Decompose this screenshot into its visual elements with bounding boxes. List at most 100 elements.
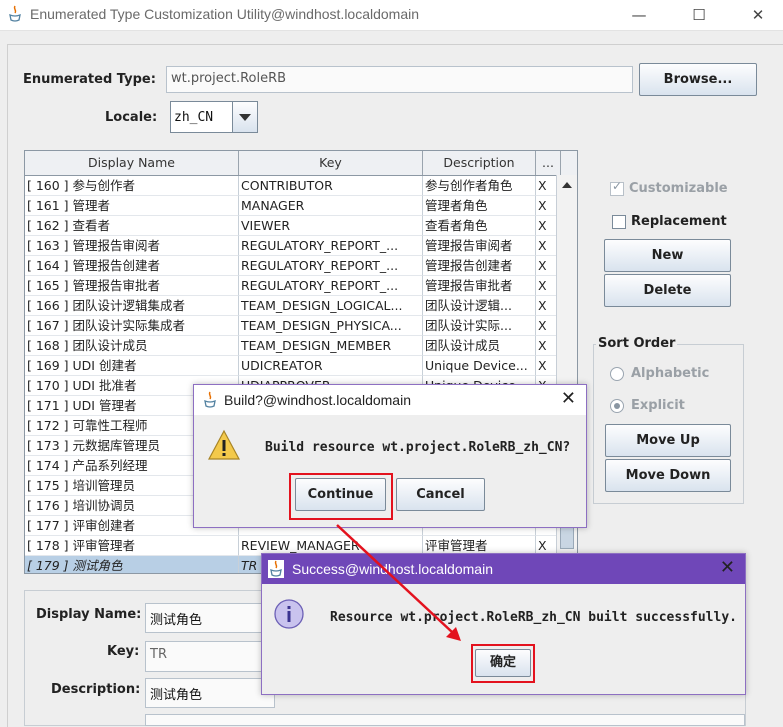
ok-highlight-box [471,644,535,683]
alphabetic-radio[interactable] [610,367,624,381]
table-row[interactable]: [ 167 ] 团队设计实际集成者 TEAM_DESIGN_PHYSICA... 团… [25,316,561,336]
cell-description: 查看者角色 [423,216,536,236]
cell-description: Unique Device... [423,356,536,376]
table-row[interactable]: [ 163 ] 管理报告审阅者 REGULATORY_REPORT_... 管理报告… [25,236,561,256]
cell-display-name: [ 161 ] 管理者 [25,196,239,216]
enum-type-field[interactable]: wt.project.RoleRB [166,66,633,93]
cell-description: 团队设计逻辑... [423,296,536,316]
build-dialog-close-button[interactable]: ✕ [561,388,576,409]
cell-display-name: [ 163 ] 管理报告审阅者 [25,236,239,256]
key-label: Key: [107,644,140,659]
column-header-key[interactable]: Key [239,151,423,175]
enum-type-label: Enumerated Type: [23,72,156,87]
cell-display-name: [ 166 ] 团队设计逻辑集成者 [25,296,239,316]
browse-button[interactable]: Browse... [639,63,757,96]
column-header-more[interactable]: ... [536,151,561,175]
build-dialog-title: Build?@windhost.localdomain [224,392,411,408]
cell-key: TEAM_DESIGN_LOGICAL... [239,296,423,316]
move-up-button[interactable]: Move Up [605,424,731,457]
table-row[interactable]: [ 162 ] 查看者 VIEWER 查看者角色 X [25,216,561,236]
success-dialog-title: Success@windhost.localdomain [292,561,493,577]
continue-highlight-box [289,473,393,520]
cell-display-name: [ 167 ] 团队设计实际集成者 [25,316,239,336]
cell-key: CONTRIBUTOR [239,176,423,196]
java-app-icon [9,5,21,22]
cell-description: 管理报告创建者 [423,256,536,276]
window-title: Enumerated Type Customization Utility@wi… [30,6,420,22]
extra-field[interactable] [145,714,745,726]
build-dialog-message: Build resource wt.project.RoleRB_zh_CN? [265,440,571,455]
explicit-label: Explicit [631,398,685,413]
table-row[interactable]: [ 160 ] 参与创作者 CONTRIBUTOR 参与创作者角色 X [25,176,561,196]
success-dialog-close-button[interactable]: ✕ [720,557,735,578]
cell-description: 管理者角色 [423,196,536,216]
minimize-button[interactable]: — [624,4,654,26]
sort-order-label: Sort Order [596,336,678,351]
description-label: Description: [51,682,141,697]
build-dialog-titlebar: Build?@windhost.localdomain ✕ [194,385,586,415]
cell-display-name: [ 169 ] UDI 创建者 [25,356,239,376]
cell-display-name: [ 164 ] 管理报告创建者 [25,256,239,276]
chevron-down-icon [239,114,251,121]
table-row[interactable]: [ 164 ] 管理报告创建者 REGULATORY_REPORT_... 管理报告… [25,256,561,276]
move-down-button[interactable]: Move Down [605,459,731,492]
alphabetic-label: Alphabetic [631,366,710,381]
cell-display-name: [ 162 ] 查看者 [25,216,239,236]
cell-key: TEAM_DESIGN_PHYSICA... [239,316,423,336]
explicit-radio[interactable] [610,399,624,413]
cell-display-name: [ 160 ] 参与创作者 [25,176,239,196]
cell-display-name: [ 168 ] 团队设计成员 [25,336,239,356]
cell-description: 团队设计成员 [423,336,536,356]
cell-display-name: [ 179 ] 测试角色 [25,556,239,573]
success-dialog-titlebar: Success@windhost.localdomain ✕ [262,554,745,584]
window-close-button[interactable]: ✕ [743,4,773,26]
cell-key: TEAM_DESIGN_MEMBER [239,336,423,356]
table-row[interactable]: [ 168 ] 团队设计成员 TEAM_DESIGN_MEMBER 团队设计成员 X [25,336,561,356]
scroll-up-button[interactable] [559,177,575,193]
build-dialog: Build?@windhost.localdomain ✕ Build reso… [193,384,587,528]
success-dialog-message: Resource wt.project.RoleRB_zh_CN built s… [330,610,737,625]
description-field[interactable]: 测试角色 [145,678,275,708]
checkmark-icon: ✓ [612,179,623,193]
table-header: Display Name Key Description ... [25,151,577,176]
table-row[interactable]: [ 161 ] 管理者 MANAGER 管理者角色 X [25,196,561,216]
success-dialog: Success@windhost.localdomain ✕ Resource … [261,553,746,695]
maximize-button[interactable]: ☐ [684,4,714,26]
java-app-icon [204,391,216,408]
cell-description: 团队设计实际... [423,316,536,336]
customizable-checkbox[interactable]: ✓ [610,179,624,196]
radio-selected-dot [614,403,620,409]
cell-key: REGULATORY_REPORT_... [239,256,423,276]
key-field[interactable]: TR [145,641,275,672]
cell-key: UDICREATOR [239,356,423,376]
delete-button[interactable]: Delete [604,274,731,307]
table-row[interactable]: [ 165 ] 管理报告审批者 REGULATORY_REPORT_... 管理报告… [25,276,561,296]
table-row[interactable]: [ 166 ] 团队设计逻辑集成者 TEAM_DESIGN_LOGICAL... 团… [25,296,561,316]
java-app-icon [268,560,284,578]
column-header-description[interactable]: Description [423,151,536,175]
locale-value: zh_CN [174,110,214,125]
locale-dropdown-arrow[interactable] [232,102,257,132]
cell-description: 管理报告审阅者 [423,236,536,256]
chevron-up-icon [562,182,572,188]
warning-icon [207,429,241,460]
column-header-display-name[interactable]: Display Name [25,151,239,175]
new-button[interactable]: New [604,239,731,272]
replacement-checkbox[interactable] [612,215,626,229]
locale-combobox[interactable]: zh_CN [170,101,258,133]
cell-display-name: [ 165 ] 管理报告审批者 [25,276,239,296]
customizable-label: Customizable [629,181,728,196]
table-row[interactable]: [ 169 ] UDI 创建者 UDICREATOR Unique Device..… [25,356,561,376]
display-name-field[interactable]: 测试角色 [145,603,275,633]
cell-key: REGULATORY_REPORT_... [239,236,423,256]
scroll-thumb[interactable] [560,527,574,549]
cell-key: REGULATORY_REPORT_... [239,276,423,296]
cell-description: 管理报告审批者 [423,276,536,296]
info-icon [274,599,304,629]
cell-description: 参与创作者角色 [423,176,536,196]
window-titlebar: Enumerated Type Customization Utility@wi… [0,0,783,31]
display-name-label: Display Name: [36,607,142,622]
cell-key: MANAGER [239,196,423,216]
cell-key: VIEWER [239,216,423,236]
cancel-button[interactable]: Cancel [396,478,485,511]
